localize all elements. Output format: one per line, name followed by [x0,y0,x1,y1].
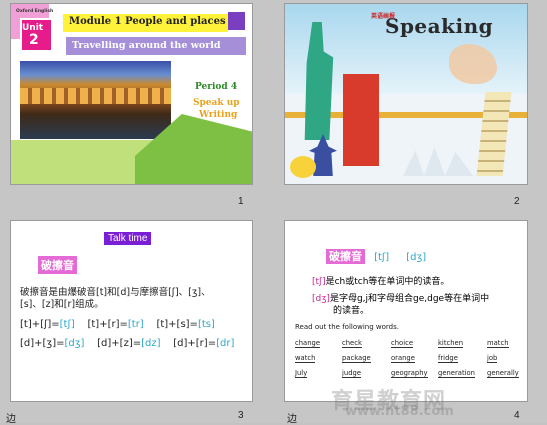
result-5: [dz] [141,338,161,349]
word-5: match [487,339,509,348]
slide-thumbnail-2[interactable]: 英语画报 Speaking [285,4,527,184]
rule-1: [tʃ]是ch或tch等在单词中的读音。 [312,274,449,287]
slide-number-2: 2 [514,196,520,207]
speak-up-label: Speak up [193,98,240,108]
formula-1: [t]+[ʃ]= [20,319,60,330]
slide-number-3: 3 [238,410,244,421]
word-13: geography [391,369,428,378]
formula-5: [d]+[z]= [97,338,142,349]
rule-1-phoneme: [tʃ] [312,277,326,287]
module-subtitle: Travelling around the world [72,40,221,51]
result-2: [tr] [127,319,144,330]
rule-2-phoneme: [dʒ] [312,294,330,304]
talk-time-tag: Talk time [104,232,152,245]
red-building [343,74,379,166]
slide-number-1: 1 [238,196,244,207]
formula-6: [d]+[r]= [173,338,217,349]
slide-thumbnail-3[interactable]: Talk time 破擦音 破擦音是由爆破音[t]和[d]与摩擦音[ʃ]、[ʒ]… [11,221,252,401]
word-14: generation [438,369,475,378]
oxford-label: Oxford English [16,9,54,14]
result-6: [dr] [216,338,235,349]
slide-number-4: 4 [514,410,520,421]
word-10: job [487,354,498,363]
violet-block [228,12,245,30]
word-4: kitchen [438,339,464,348]
slide-thumbnail-1[interactable]: Oxford English Unit 2 Module 1 People an… [11,4,252,184]
formula-row-1: [t]+[ʃ]=[tʃ] [t]+[r]=[tr] [t]+[s]=[ts] [20,319,215,330]
slide-sorter-pane: Oxford English Unit 2 Module 1 People an… [0,0,547,425]
word-7: package [342,354,371,363]
instruction: Read out the following words. [295,323,399,331]
word-15: generally [487,369,519,378]
word-6: watch [295,354,316,363]
result-1: [tʃ] [59,319,75,330]
word-1: change [295,339,321,348]
bridge-arches [20,88,171,104]
word-2: check [342,339,362,348]
heading-tag: 破擦音 [326,249,365,264]
rule-2-continuation: 的读音。 [333,306,370,316]
heading-phoneme-2: [dʒ] [406,252,427,263]
word-12: judge [342,369,362,378]
formula-row-2: [d]+[ʒ]=[dʒ] [d]+[z]=[dz] [d]+[r]=[dr] [20,338,234,349]
heading-tag: 破擦音 [38,256,77,274]
word-11: July [295,369,308,378]
rule-1-text: 是ch或tch等在单词中的读音。 [325,277,450,287]
heading-phoneme-1: [tʃ] [374,252,390,263]
unit-number: 2 [29,32,39,48]
sun [290,156,316,178]
slide-thumbnail-4[interactable]: 破擦音 [tʃ] [dʒ] [tʃ]是ch或tch等在单词中的读音。 [dʒ] 是… [285,221,527,401]
module-title: Module 1 People and places [69,16,226,27]
speaking-title: Speaking [385,14,494,38]
word-9: fridge [438,354,458,363]
result-3: [ts] [197,319,215,330]
description-line-1: 破擦音是由爆破音[t]和[d]与摩擦音[ʃ]、[ʒ]、 [20,287,211,298]
writing-label: Writing [199,110,238,120]
formula-3: [t]+[s]= [156,319,198,330]
description-line-2: [s]、[z]和[r]组成。 [20,299,104,310]
word-3: choice [391,339,414,348]
watermark-url: www.ht88.com [345,404,454,419]
formula-2: [t]+[r]= [87,319,128,330]
formula-4: [d]+[ʒ]= [20,338,65,349]
period-label: Period 4 [195,82,238,92]
result-4: [dʒ] [64,338,85,349]
word-8: orange [391,354,415,363]
heading-row: 破擦音 [tʃ] [dʒ] [326,245,426,264]
